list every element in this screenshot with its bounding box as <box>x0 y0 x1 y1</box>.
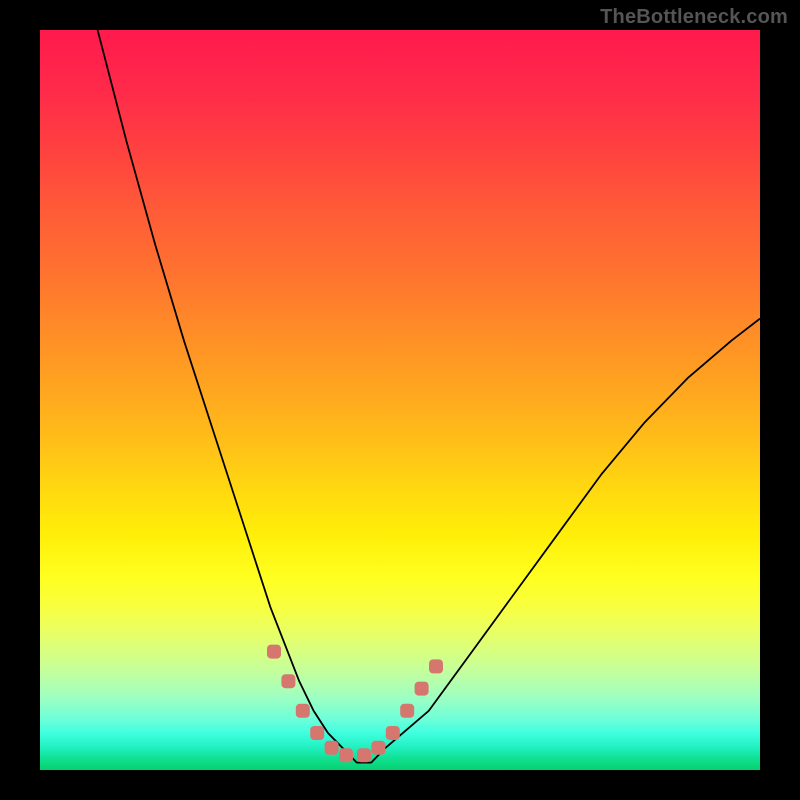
marker-group <box>267 645 443 763</box>
highlight-marker <box>267 645 281 659</box>
highlight-marker <box>400 704 414 718</box>
highlight-marker <box>339 748 353 762</box>
highlight-marker <box>429 659 443 673</box>
watermark-text: TheBottleneck.com <box>600 6 788 29</box>
highlight-marker <box>325 741 339 755</box>
highlight-marker <box>386 726 400 740</box>
bottleneck-curve <box>98 30 760 763</box>
highlight-marker <box>281 674 295 688</box>
highlight-marker <box>415 682 429 696</box>
highlight-marker <box>371 741 385 755</box>
chart-frame: TheBottleneck.com <box>0 0 800 800</box>
highlight-marker <box>296 704 310 718</box>
highlight-marker <box>357 748 371 762</box>
plot-area <box>40 30 760 770</box>
highlight-marker <box>310 726 324 740</box>
curve-svg <box>40 30 760 770</box>
